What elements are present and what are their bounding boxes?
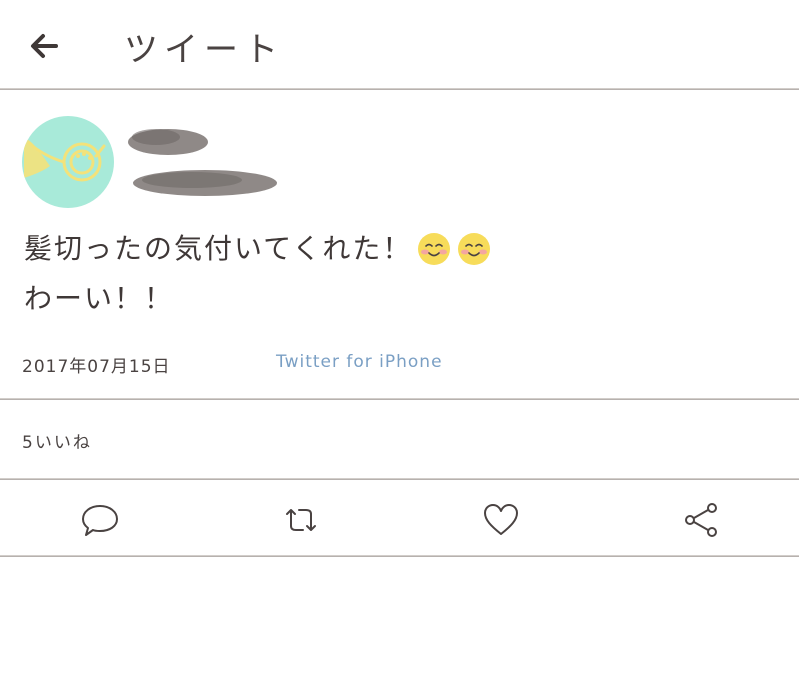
french-horn-icon [24, 138, 106, 182]
heart-icon [484, 504, 518, 535]
retweet-button[interactable] [281, 500, 321, 540]
meta-divider [0, 398, 799, 400]
smiling-face-icon [458, 233, 491, 265]
actions-divider [0, 555, 799, 557]
retweet-arrows-icon [286, 509, 316, 531]
like-button[interactable] [481, 500, 521, 540]
avatar[interactable] [22, 116, 114, 208]
back-button[interactable] [26, 26, 68, 66]
user-display-name-redacted[interactable] [126, 124, 210, 160]
tweet-body: 髪切ったの気付いてくれた！ わーい！！ [24, 224, 492, 324]
smiling-face-icon [418, 233, 451, 265]
speech-bubble-icon [82, 505, 118, 536]
tweet-text-line-1: 髪切ったの気付いてくれた！ [24, 232, 413, 265]
share-icon [685, 503, 717, 537]
likes-count[interactable]: 5いいね [22, 428, 92, 453]
user-handle-redacted [133, 170, 277, 196]
header-divider [0, 88, 799, 90]
page-title: ツイート [124, 30, 284, 70]
reply-button[interactable] [80, 500, 120, 540]
tweet-date: 2017年07月15日 [22, 357, 171, 377]
header-bar: ツイート [0, 0, 799, 88]
tweet-text-line-2: わーい！！ [24, 282, 175, 315]
likes-divider [0, 478, 799, 480]
tweet-source-link[interactable]: Twitter for iPhone [276, 352, 443, 372]
share-button[interactable] [682, 500, 722, 540]
arrow-left-icon [31, 34, 58, 58]
